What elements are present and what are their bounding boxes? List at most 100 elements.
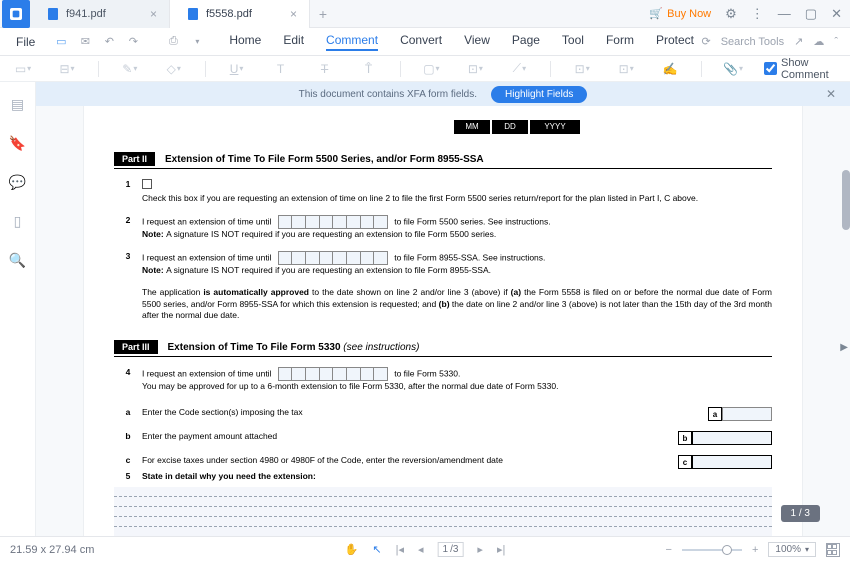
thumbnails-icon[interactable]: ▤ <box>11 96 24 113</box>
text-tool[interactable]: T <box>268 60 294 78</box>
tab-label: f5558.pdf <box>206 8 252 20</box>
cloud-icon[interactable]: ☁ <box>813 35 824 48</box>
comments-icon[interactable]: 💬 <box>9 174 26 191</box>
first-page-icon[interactable]: |◂ <box>396 543 404 556</box>
refresh-icon[interactable]: ⟳ <box>702 35 711 48</box>
highlight-fields-button[interactable]: Highlight Fields <box>491 86 587 103</box>
zoom-slider[interactable] <box>682 549 742 551</box>
prev-page-icon[interactable]: ◂ <box>418 543 424 556</box>
stamp2-tool[interactable]: ⊡▾ <box>613 60 639 78</box>
close-icon[interactable]: × <box>150 7 157 21</box>
fit-page-icon[interactable] <box>826 543 840 557</box>
doc-icon <box>188 8 198 20</box>
code-field-a[interactable] <box>722 407 772 421</box>
zoom-controls: − + 100%▾ <box>666 542 840 557</box>
amount-field-b[interactable] <box>692 431 772 445</box>
tab-convert[interactable]: Convert <box>400 33 442 51</box>
page-number-input[interactable]: 1/3 <box>438 542 464 557</box>
caret-tool[interactable]: T̂ <box>356 60 382 78</box>
tab-edit[interactable]: Edit <box>283 33 304 51</box>
attachments-icon[interactable]: ▯ <box>14 213 22 230</box>
cart-icon: 🛒 <box>649 7 663 20</box>
shape-tool[interactable]: ▢▾ <box>418 60 444 78</box>
extension-reason-lines[interactable] <box>114 487 772 536</box>
zoom-select[interactable]: 100%▾ <box>768 542 816 557</box>
page-nav: ✋ ↖ |◂ ◂ 1/3 ▸ ▸| <box>345 542 506 557</box>
comment-toolbar: ▭▾ ⊟▾ ✎▾ ◇▾ U▾ T T T̂ ▢▾ ⊡▾ ⟋▾ ⊡▾ ⊡▾ ✍ 📎… <box>0 56 850 82</box>
mail-icon[interactable]: ✉ <box>75 32 95 52</box>
file-menu[interactable]: File <box>4 35 47 49</box>
strikeout-tool[interactable]: T <box>312 60 338 78</box>
eraser-tool[interactable]: ◇▾ <box>161 60 187 78</box>
new-tab-button[interactable]: + <box>310 0 336 27</box>
redo-icon[interactable]: ↷ <box>123 32 143 52</box>
minimize-icon[interactable]: — <box>778 6 791 21</box>
callout-tool[interactable]: ⊡▾ <box>462 60 488 78</box>
print-icon[interactable]: ⎙ <box>163 32 183 52</box>
hand-tool-icon[interactable]: ✋ <box>345 543 359 556</box>
tab-protect[interactable]: Protect <box>656 33 694 51</box>
textbox-tool[interactable]: ⊟▾ <box>54 60 80 78</box>
search-icon[interactable]: 🔍 <box>9 252 26 269</box>
auto-approve-para: The application is automatically approve… <box>114 287 772 323</box>
workspace: ▤ 🔖 💬 ▯ 🔍 This document contains XFA for… <box>0 82 850 536</box>
tab-f941[interactable]: f941.pdf × <box>30 0 170 28</box>
attach-tool[interactable]: 📎▾ <box>720 60 746 78</box>
settings-icon[interactable]: ⚙ <box>725 6 737 22</box>
close-window-icon[interactable]: ✕ <box>831 6 842 22</box>
buy-now-link[interactable]: 🛒 Buy Now <box>649 7 711 20</box>
xfa-banner: This document contains XFA form fields. … <box>36 82 850 106</box>
note-tool[interactable]: ▭▾ <box>10 60 36 78</box>
search-input[interactable]: Search Tools <box>721 36 784 48</box>
tab-view[interactable]: View <box>464 33 490 51</box>
next-page-icon[interactable]: ▸ <box>477 543 483 556</box>
form-line-2: 2 I request an extension of time until t… <box>114 215 772 241</box>
page-dimensions: 21.59 x 27.94 cm <box>10 544 94 556</box>
tab-comment[interactable]: Comment <box>326 33 378 51</box>
last-page-icon[interactable]: ▸| <box>497 543 505 556</box>
form-line-3: 3 I request an extension of time until t… <box>114 251 772 277</box>
signature-tool[interactable]: ✍ <box>657 60 683 78</box>
zoom-in-icon[interactable]: + <box>752 544 758 556</box>
date-field-line3[interactable] <box>278 251 388 265</box>
document-area: This document contains XFA form fields. … <box>36 82 850 536</box>
highlight-tool[interactable]: ✎▾ <box>117 60 143 78</box>
tab-f5558[interactable]: f5558.pdf × <box>170 0 310 28</box>
undo-icon[interactable]: ↶ <box>99 32 119 52</box>
tab-tool[interactable]: Tool <box>562 33 584 51</box>
measure-tool[interactable]: ⟋▾ <box>506 60 532 78</box>
date-field-line4[interactable] <box>278 367 388 381</box>
tab-form[interactable]: Form <box>606 33 634 51</box>
stamp-tool[interactable]: ⊡▾ <box>569 60 595 78</box>
collapse-icon[interactable]: ˆ <box>834 36 838 48</box>
zoom-out-icon[interactable]: − <box>666 544 672 556</box>
checkbox-line1[interactable] <box>142 179 152 189</box>
amount-field-c[interactable] <box>692 455 772 469</box>
search-area: ⟳ Search Tools ↗ ☁ ˆ <box>702 35 847 48</box>
external-icon[interactable]: ↗ <box>794 35 803 48</box>
date-field-line2[interactable] <box>278 215 388 229</box>
tab-page[interactable]: Page <box>512 33 540 51</box>
more-icon[interactable]: ⋮ <box>751 6 764 22</box>
form-line-c: c For excise taxes under section 4980 or… <box>114 455 772 469</box>
bookmarks-icon[interactable]: 🔖 <box>9 135 26 152</box>
show-comment-toggle[interactable]: Show Comment <box>764 57 840 81</box>
pdf-page[interactable]: MM DD YYYY Part II Extension of Time To … <box>83 106 803 536</box>
print-caret-icon[interactable]: ▾ <box>187 32 207 52</box>
close-icon[interactable]: × <box>290 7 297 21</box>
banner-close-icon[interactable]: ✕ <box>826 87 836 101</box>
menu-bar: File ▭ ✉ ↶ ↷ ⎙ ▾ Home Edit Comment Conve… <box>0 28 850 56</box>
save-icon[interactable]: ▭ <box>51 32 71 52</box>
document-tabs: f941.pdf × f5558.pdf × + <box>30 0 336 27</box>
maximize-icon[interactable]: ▢ <box>805 6 817 22</box>
tab-home[interactable]: Home <box>229 33 261 51</box>
show-comment-checkbox[interactable] <box>764 62 777 75</box>
underline-tool[interactable]: U▾ <box>224 60 250 78</box>
app-logo <box>2 0 30 28</box>
page-indicator-badge: 1 / 3 <box>781 505 820 522</box>
select-tool-icon[interactable]: ↖ <box>372 543 381 556</box>
expand-right-icon[interactable]: ▶ <box>840 342 848 353</box>
title-right: 🛒 Buy Now ⚙ ⋮ — ▢ ✕ <box>649 6 850 22</box>
status-bar: 21.59 x 27.94 cm ✋ ↖ |◂ ◂ 1/3 ▸ ▸| − + 1… <box>0 536 850 562</box>
scrollbar[interactable] <box>842 170 850 230</box>
